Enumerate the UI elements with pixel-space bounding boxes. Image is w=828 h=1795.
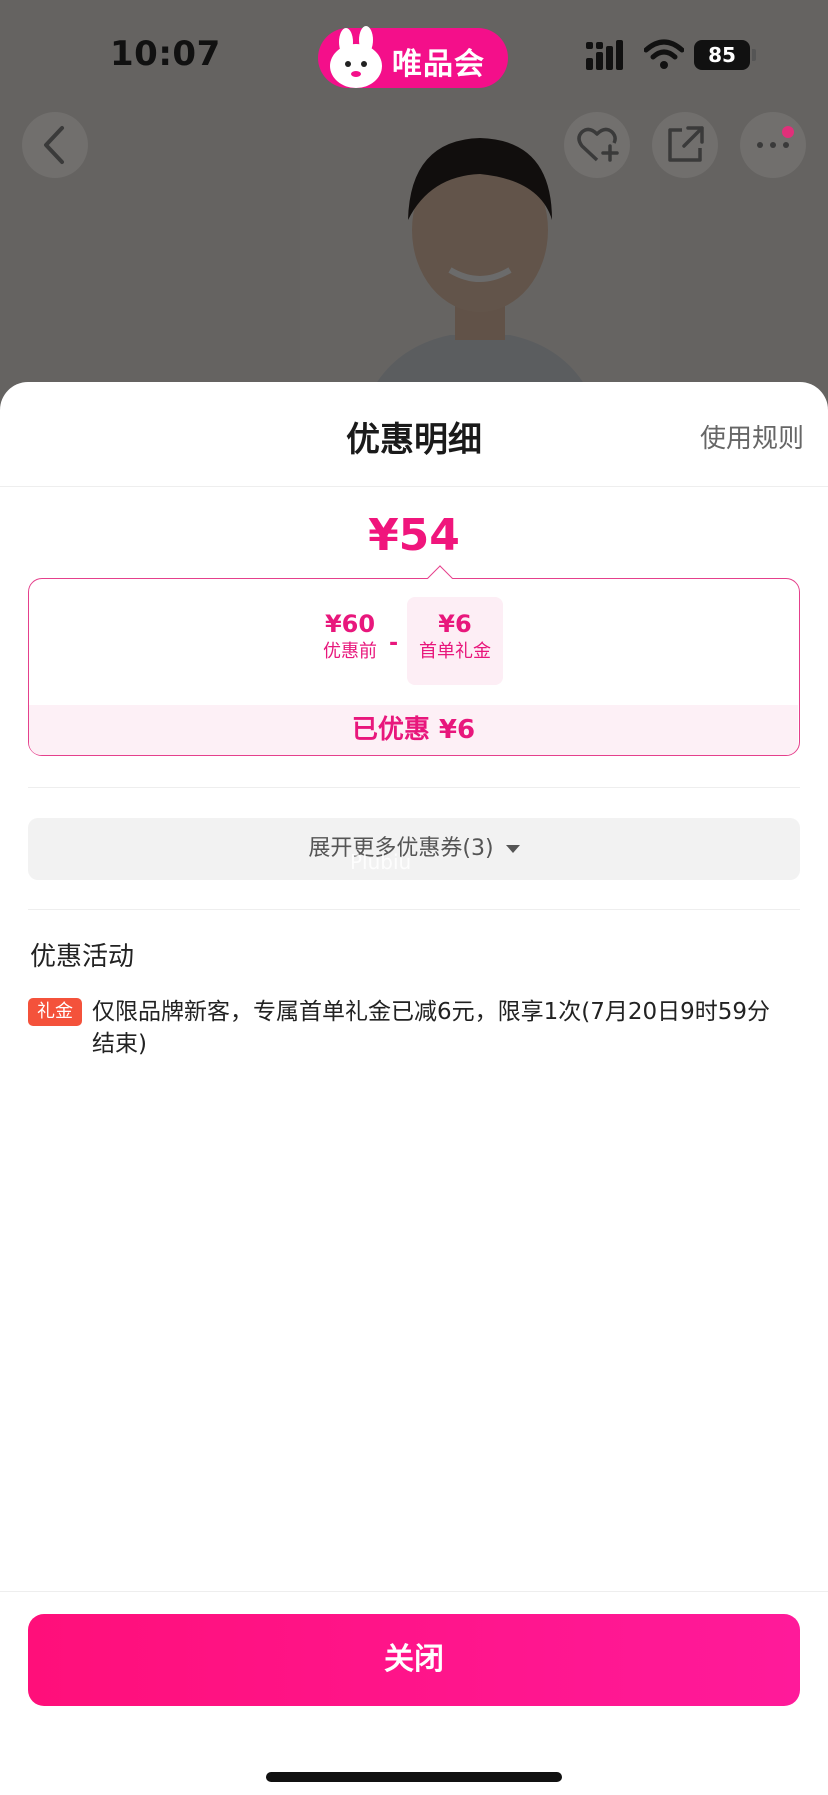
original-amount: ¥60 — [324, 610, 376, 638]
cellular-signal-icon — [586, 40, 623, 70]
app-name: 唯品会 — [392, 47, 485, 82]
price-calculation-box: ¥60 优惠前 - ¥6 首单礼金 已优惠 ¥6 — [28, 565, 800, 756]
minus-sign: - — [389, 631, 399, 656]
watermark: Plubiu — [350, 850, 412, 874]
promo-activity-title: 优惠活动 — [30, 942, 135, 972]
chevron-down-icon — [505, 845, 520, 853]
app-badge: 唯品会 — [318, 26, 508, 88]
final-price: ¥54 — [368, 510, 460, 561]
header-divider — [0, 486, 828, 487]
gift-money-tag: 礼金 — [28, 998, 82, 1026]
back-arrow-icon — [44, 126, 64, 164]
coupon-amount: ¥6 — [438, 610, 472, 638]
caret-pointer — [427, 565, 453, 591]
battery-indicator: 85 — [694, 40, 750, 70]
rabbit-mascot-icon — [330, 26, 382, 88]
discount-detail-sheet: 优惠明细 使用规则 ¥54 ¥60 优惠前 - ¥6 首单礼金 已优惠 ¥6 展… — [0, 382, 828, 1795]
share-icon — [668, 126, 704, 162]
favorite-add-icon — [577, 127, 619, 162]
original-label: 优惠前 — [323, 641, 377, 662]
notification-dot — [782, 126, 794, 138]
home-indicator — [266, 1772, 562, 1782]
original-price-item: ¥60 优惠前 — [319, 609, 381, 665]
first-order-gift-item: ¥6 首单礼金 — [407, 609, 503, 665]
more-button[interactable] — [740, 112, 806, 178]
status-time: 10:07 — [110, 34, 221, 74]
usage-rules-link[interactable]: 使用规则 — [700, 418, 804, 455]
saved-amount-bar: 已优惠 ¥6 — [29, 705, 798, 755]
more-icon — [757, 142, 789, 148]
share-button[interactable] — [652, 112, 718, 178]
footer-divider — [0, 1591, 828, 1592]
back-button[interactable] — [22, 112, 88, 178]
close-button[interactable]: 关闭 — [28, 1614, 800, 1706]
status-bar: 10:07 唯品会 85 — [0, 0, 828, 104]
wifi-icon — [644, 39, 684, 69]
favorite-button[interactable] — [564, 112, 630, 178]
battery-tip — [752, 49, 756, 61]
promo-activity-text: 仅限品牌新客，专属首单礼金已减6元，限享1次(7月20日9时59分结束) — [92, 999, 771, 1057]
expand-more-coupons-button[interactable]: 展开更多优惠券(3) — [28, 818, 800, 880]
coupon-label: 首单礼金 — [419, 641, 491, 662]
section-divider — [28, 909, 800, 910]
section-divider — [28, 787, 800, 788]
